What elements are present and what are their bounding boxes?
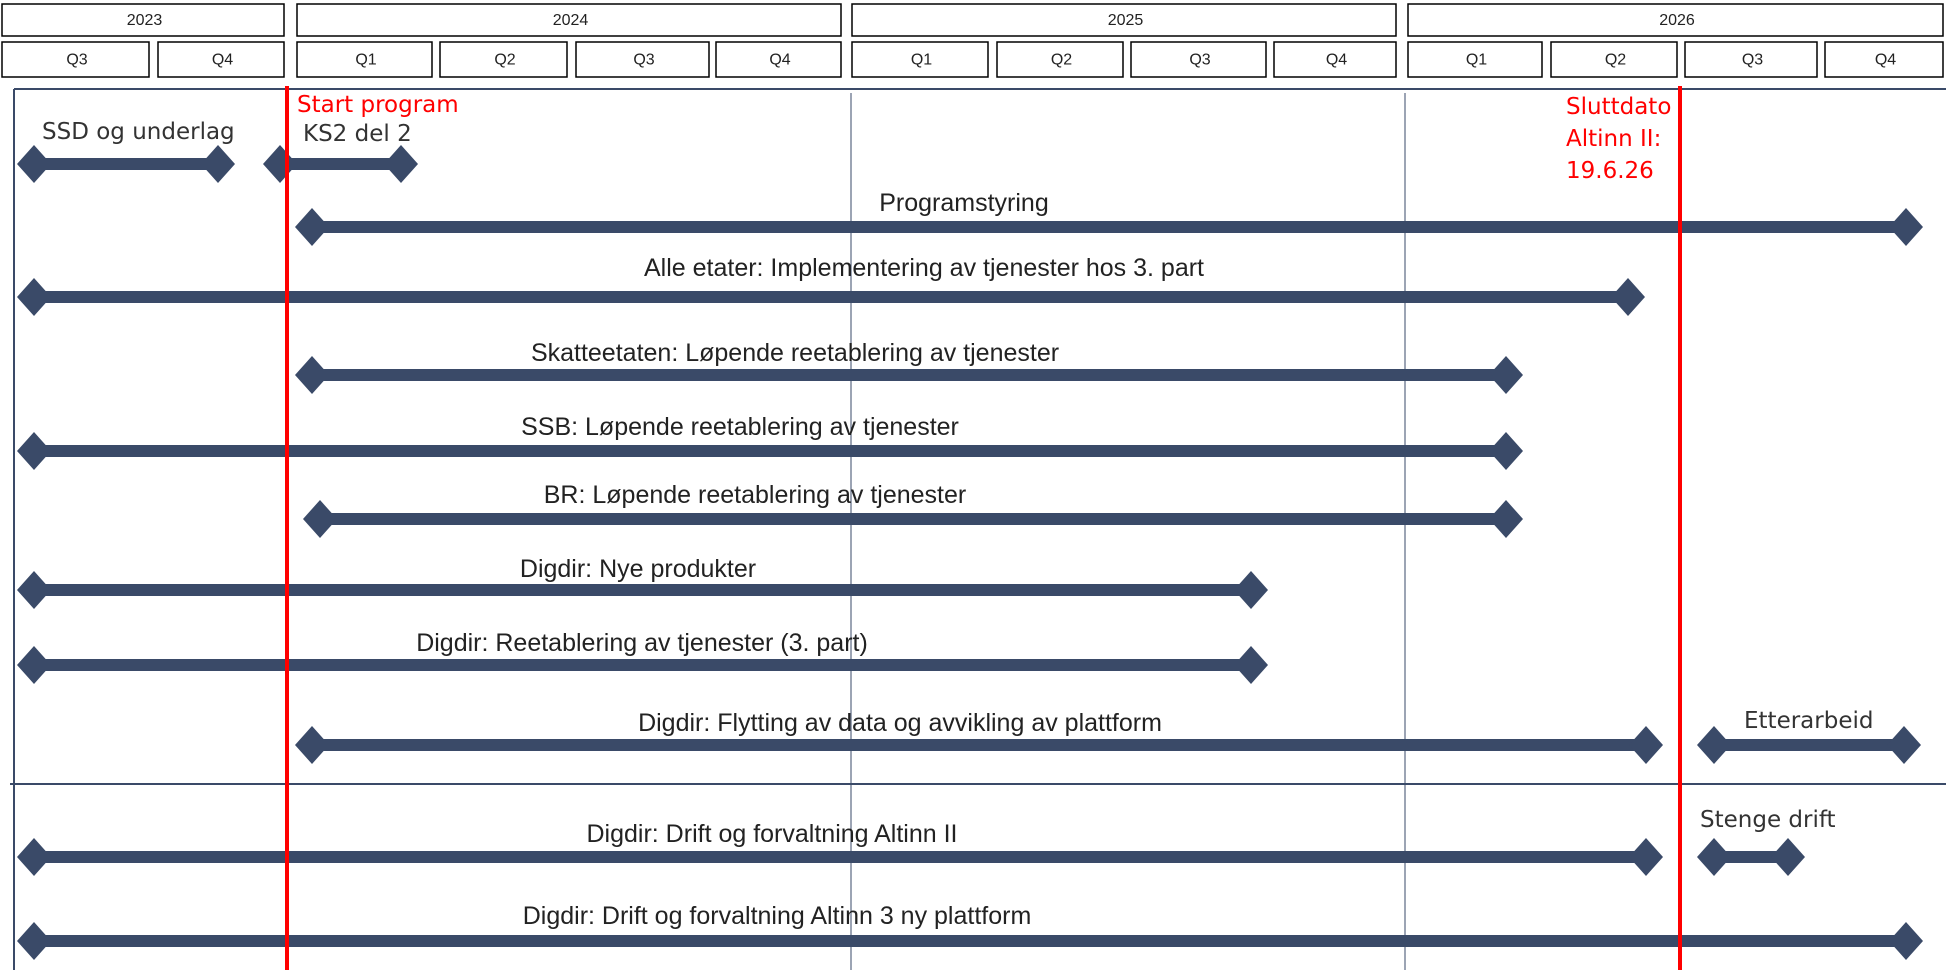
bar-end-diamond <box>295 356 329 394</box>
quarter-label: Q4 <box>1875 52 1896 69</box>
bar-end-diamond <box>1771 838 1805 876</box>
activity-bars: SSD og underlag KS2 del 2 Programstyring Al… <box>17 119 1923 960</box>
quarter-label: Q3 <box>633 52 654 69</box>
bar-end-diamond <box>17 145 51 183</box>
bar-end-diamond <box>384 145 418 183</box>
bar-end-diamond <box>17 922 51 960</box>
milestone-label: Sluttdato <box>1566 94 1671 120</box>
quarter-label: Q1 <box>1466 52 1487 69</box>
bar-end-diamond <box>1234 646 1268 684</box>
quarter-label: Q4 <box>212 52 233 69</box>
timeline-header: 2023 2024 2025 2026 Q3 Q4 Q1 Q2 Q3 Q4 Q1 Q2 Q3 Q4 Q1 Q2… <box>1 3 1944 78</box>
milestone: Sluttdato Altinn II: 19.6.26 <box>1566 86 1682 970</box>
bar-end-diamond <box>201 145 235 183</box>
milestone-markers: Start program Sluttdato Altinn II: 19.6.26 <box>285 86 1682 970</box>
bar-end-diamond <box>1887 726 1921 764</box>
bar-label: SSD og underlag <box>42 119 235 145</box>
quarter-label: Q4 <box>1326 52 1347 69</box>
bar-end-diamond <box>295 208 329 246</box>
row-label: Digdir: Drift og forvaltning Altinn 3 ny… <box>523 902 1032 930</box>
bar-end-diamond <box>17 432 51 470</box>
bar-end-diamond <box>1629 838 1663 876</box>
row-label: Digdir: Drift og forvaltning Altinn II <box>587 820 958 848</box>
bar-end-diamond <box>1611 278 1645 316</box>
bar-label: Etterarbeid <box>1744 708 1873 734</box>
quarter-label: Q1 <box>355 52 376 69</box>
bar-label: KS2 del 2 <box>303 121 412 147</box>
roadmap-diagram: 2023 2024 2025 2026 Q3 Q4 Q1 Q2 Q3 Q4 Q1 Q2 Q3 Q4 Q1 Q2… <box>0 0 1946 970</box>
bar-end-diamond <box>1889 922 1923 960</box>
bar-end-diamond <box>17 646 51 684</box>
bar-end-diamond <box>1697 838 1731 876</box>
quarter-label: Q2 <box>1051 52 1072 69</box>
bar-end-diamond <box>303 500 337 538</box>
row-label: Programstyring <box>879 189 1049 217</box>
quarter-label: Q3 <box>1189 52 1210 69</box>
quarter-label: Q3 <box>1742 52 1763 69</box>
row-label: Alle etater: Implementering av tjenester… <box>644 254 1204 282</box>
activity-bar: Stenge drift <box>1697 807 1836 876</box>
bar-end-diamond <box>1234 571 1268 609</box>
row-label: Digdir: Reetablering av tjenester (3. pa… <box>416 629 868 657</box>
year-label: 2024 <box>553 12 589 29</box>
bar-end-diamond <box>263 145 297 183</box>
row-label: BR: Løpende reetablering av tjenester <box>544 481 966 509</box>
bar-end-diamond <box>1489 500 1523 538</box>
activity-bar: Etterarbeid <box>1697 708 1921 764</box>
year-label: 2023 <box>127 12 163 29</box>
milestone-label: Start program <box>297 92 459 118</box>
quarter-label: Q2 <box>494 52 515 69</box>
bar-end-diamond <box>17 278 51 316</box>
quarter-label: Q4 <box>769 52 790 69</box>
bar-end-diamond <box>1889 208 1923 246</box>
bar-end-diamond <box>17 838 51 876</box>
activity-bar: SSD og underlag <box>17 119 235 183</box>
year-label: 2025 <box>1108 12 1144 29</box>
row-label: Digdir: Flytting av data og avvikling av… <box>638 709 1162 737</box>
quarter-label: Q2 <box>1605 52 1626 69</box>
bar-end-diamond <box>295 726 329 764</box>
quarter-label: Q3 <box>66 52 87 69</box>
row-label: Skatteetaten: Løpende reetablering av tj… <box>531 339 1059 367</box>
bar-end-diamond <box>1489 432 1523 470</box>
year-label: 2026 <box>1659 12 1695 29</box>
bar-end-diamond <box>1697 726 1731 764</box>
roadmap-canvas: 2023 2024 2025 2026 Q3 Q4 Q1 Q2 Q3 Q4 Q1 Q2 Q3 Q4 Q1 Q2… <box>1 3 1946 970</box>
bar-end-diamond <box>1489 356 1523 394</box>
milestone-label: 19.6.26 <box>1566 158 1654 184</box>
bar-end-diamond <box>17 571 51 609</box>
milestone-label: Altinn II: <box>1566 126 1661 152</box>
activity-bar <box>17 278 1645 316</box>
row-label: Digdir: Nye produkter <box>520 555 756 583</box>
bar-end-diamond <box>1629 726 1663 764</box>
bar-label: Stenge drift <box>1700 807 1836 833</box>
row-label: SSB: Løpende reetablering av tjenester <box>521 413 959 441</box>
quarter-label: Q1 <box>911 52 932 69</box>
